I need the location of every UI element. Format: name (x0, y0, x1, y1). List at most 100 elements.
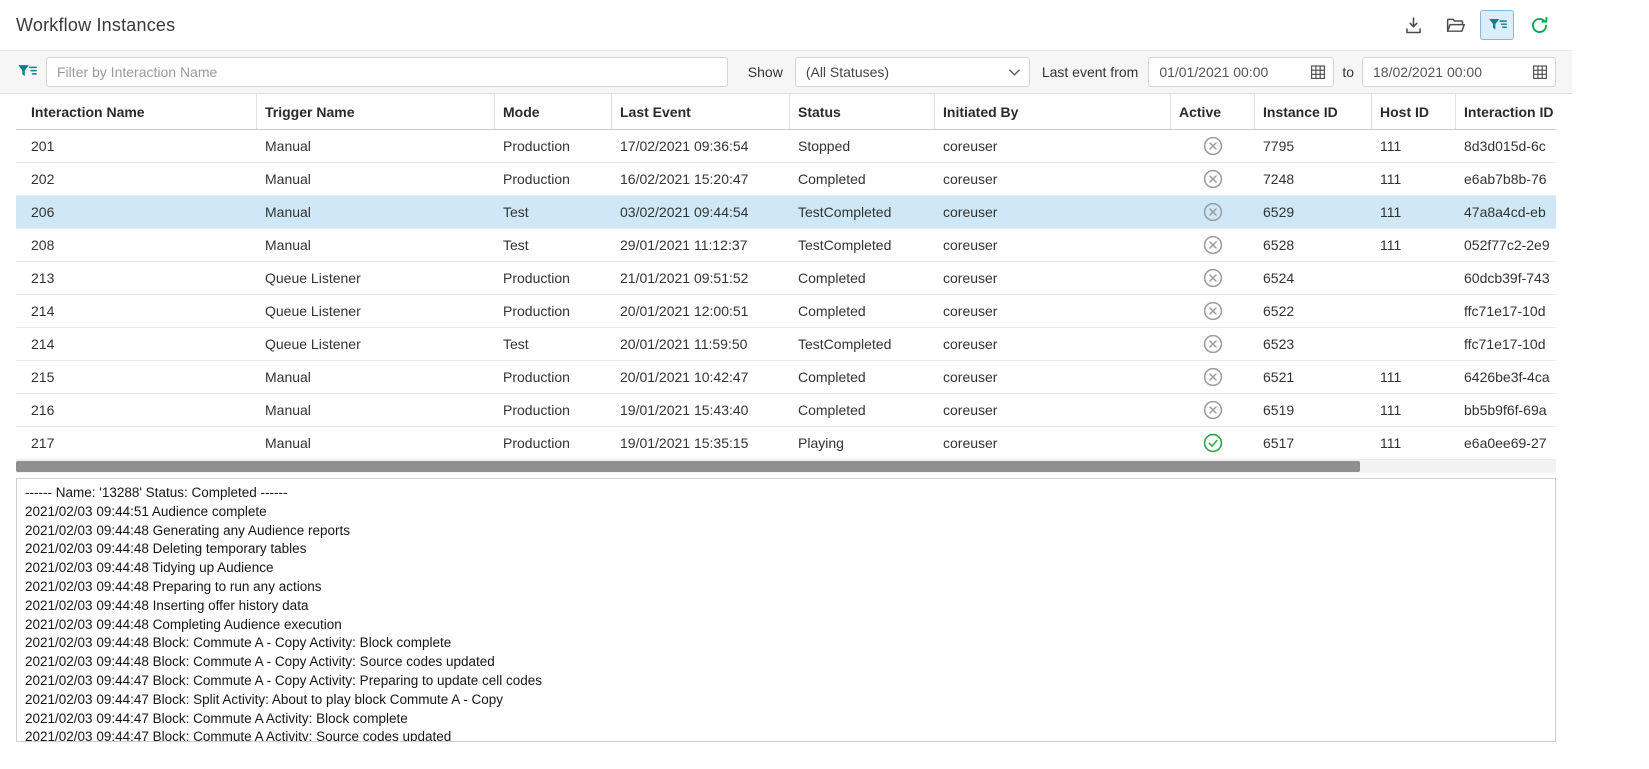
cell-last-event: 16/02/2021 15:20:47 (612, 163, 790, 195)
cell-mode: Production (495, 295, 612, 327)
cell-interaction-id: 052f77c2-2e9 (1456, 229, 1556, 261)
horizontal-scrollbar[interactable] (16, 460, 1556, 473)
cell-initiated-by: coreuser (935, 130, 1171, 162)
header: Workflow Instances (0, 0, 1572, 50)
column-header-trigger-name[interactable]: Trigger Name (257, 94, 495, 129)
table-row[interactable]: 201ManualProduction17/02/2021 09:36:54St… (16, 130, 1556, 163)
cell-status: Completed (790, 295, 935, 327)
cell-host-id: 111 (1372, 163, 1456, 195)
table-row[interactable]: 214Queue ListenerTest20/01/2021 11:59:50… (16, 328, 1556, 361)
cell-initiated-by: coreuser (935, 295, 1171, 327)
date-to-input[interactable] (1373, 64, 1531, 80)
open-folder-button[interactable] (1438, 10, 1472, 40)
cell-interaction-name: 201 (16, 130, 257, 162)
interaction-name-filter-input[interactable] (46, 57, 728, 87)
cell-initiated-by: coreuser (935, 262, 1171, 294)
column-header-host-id[interactable]: Host ID (1372, 94, 1456, 129)
cell-interaction-id: 60dcb39f-743 (1456, 262, 1556, 294)
to-label: to (1342, 64, 1354, 80)
table-header-row: Interaction NameTrigger NameModeLast Eve… (16, 94, 1556, 130)
filter-toggle-button[interactable] (1480, 10, 1514, 40)
log-line: 2021/02/03 09:44:48 Generating any Audie… (25, 522, 1547, 541)
cell-mode: Production (495, 394, 612, 426)
cell-trigger-name: Queue Listener (257, 262, 495, 294)
log-line: 2021/02/03 09:44:47 Block: Commute A - C… (25, 672, 1547, 691)
cell-mode: Production (495, 163, 612, 195)
log-line: 2021/02/03 09:44:48 Tidying up Audience (25, 559, 1547, 578)
cell-host-id (1372, 262, 1456, 294)
calendar-icon[interactable] (1309, 63, 1327, 81)
cell-interaction-name: 206 (16, 196, 257, 228)
last-event-from-label: Last event from (1042, 64, 1139, 80)
cell-mode: Production (495, 361, 612, 393)
table-row[interactable]: 217ManualProduction19/01/2021 15:35:15Pl… (16, 427, 1556, 460)
cell-instance-id: 6519 (1255, 394, 1372, 426)
page-title: Workflow Instances (16, 15, 175, 36)
download-icon (1403, 15, 1424, 36)
workflow-instances-window: Workflow Instances (0, 0, 1572, 769)
status-filter-dropdown[interactable]: (All Statuses) (795, 57, 1030, 87)
cell-mode: Production (495, 130, 612, 162)
log-line: 2021/02/03 09:44:48 Completing Audience … (25, 616, 1547, 635)
column-header-interaction-id[interactable]: Interaction ID (1456, 94, 1556, 129)
download-button[interactable] (1396, 10, 1430, 40)
calendar-icon[interactable] (1531, 63, 1549, 81)
cell-last-event: 29/01/2021 11:12:37 (612, 229, 790, 261)
cell-status: Stopped (790, 130, 935, 162)
cell-interaction-id: ffc71e17-10d (1456, 295, 1556, 327)
column-header-status[interactable]: Status (790, 94, 935, 129)
column-header-mode[interactable]: Mode (495, 94, 612, 129)
cell-interaction-id: bb5b9f6f-69a (1456, 394, 1556, 426)
table-row[interactable]: 208ManualTest29/01/2021 11:12:37TestComp… (16, 229, 1556, 262)
cell-initiated-by: coreuser (935, 427, 1171, 459)
cell-last-event: 20/01/2021 10:42:47 (612, 361, 790, 393)
table-row[interactable]: 213Queue ListenerProduction21/01/2021 09… (16, 262, 1556, 295)
cell-last-event: 20/01/2021 11:59:50 (612, 328, 790, 360)
column-header-interaction-name[interactable]: Interaction Name (16, 94, 257, 129)
cell-host-id: 111 (1372, 130, 1456, 162)
cell-initiated-by: coreuser (935, 229, 1171, 261)
cell-interaction-name: 215 (16, 361, 257, 393)
refresh-icon (1529, 15, 1550, 36)
cell-trigger-name: Queue Listener (257, 328, 495, 360)
cell-instance-id: 6522 (1255, 295, 1372, 327)
cell-trigger-name: Manual (257, 361, 495, 393)
circle-check-icon (1171, 427, 1255, 459)
table-row[interactable]: 214Queue ListenerProduction20/01/2021 12… (16, 295, 1556, 328)
cell-host-id (1372, 328, 1456, 360)
cell-last-event: 21/01/2021 09:51:52 (612, 262, 790, 294)
column-header-instance-id[interactable]: Instance ID (1255, 94, 1372, 129)
status-filter-value: (All Statuses) (806, 64, 889, 80)
log-line: 2021/02/03 09:44:48 Preparing to run any… (25, 578, 1547, 597)
refresh-button[interactable] (1522, 10, 1556, 40)
cell-interaction-name: 214 (16, 295, 257, 327)
column-header-last-event[interactable]: Last Event (612, 94, 790, 129)
log-line: 2021/02/03 09:44:48 Deleting temporary t… (25, 540, 1547, 559)
column-header-active[interactable]: Active (1171, 94, 1255, 129)
cell-interaction-name: 217 (16, 427, 257, 459)
circle-x-icon (1171, 229, 1255, 261)
column-header-initiated-by[interactable]: Initiated By (935, 94, 1171, 129)
table-body: 201ManualProduction17/02/2021 09:36:54St… (16, 130, 1556, 460)
filter-bar: Show (All Statuses) Last event from to (0, 50, 1572, 94)
cell-last-event: 19/01/2021 15:43:40 (612, 394, 790, 426)
cell-instance-id: 6523 (1255, 328, 1372, 360)
cell-instance-id: 6517 (1255, 427, 1372, 459)
cell-last-event: 20/01/2021 12:00:51 (612, 295, 790, 327)
cell-instance-id: 6529 (1255, 196, 1372, 228)
table-row[interactable]: 202ManualProduction16/02/2021 15:20:47Co… (16, 163, 1556, 196)
date-from-input[interactable] (1159, 64, 1309, 80)
table-row[interactable]: 215ManualProduction20/01/2021 10:42:47Co… (16, 361, 1556, 394)
cell-status: Playing (790, 427, 935, 459)
table-row[interactable]: 216ManualProduction19/01/2021 15:43:40Co… (16, 394, 1556, 427)
cell-instance-id: 6528 (1255, 229, 1372, 261)
cell-interaction-id: 8d3d015d-6c (1456, 130, 1556, 162)
circle-x-icon (1171, 196, 1255, 228)
table-row[interactable]: 206ManualTest03/02/2021 09:44:54TestComp… (16, 196, 1556, 229)
circle-x-icon (1171, 262, 1255, 294)
cell-instance-id: 7795 (1255, 130, 1372, 162)
log-line: 2021/02/03 09:44:51 Audience complete (25, 503, 1547, 522)
scrollbar-thumb[interactable] (16, 461, 1360, 472)
log-line: 2021/02/03 09:44:48 Inserting offer hist… (25, 597, 1547, 616)
cell-interaction-name: 202 (16, 163, 257, 195)
